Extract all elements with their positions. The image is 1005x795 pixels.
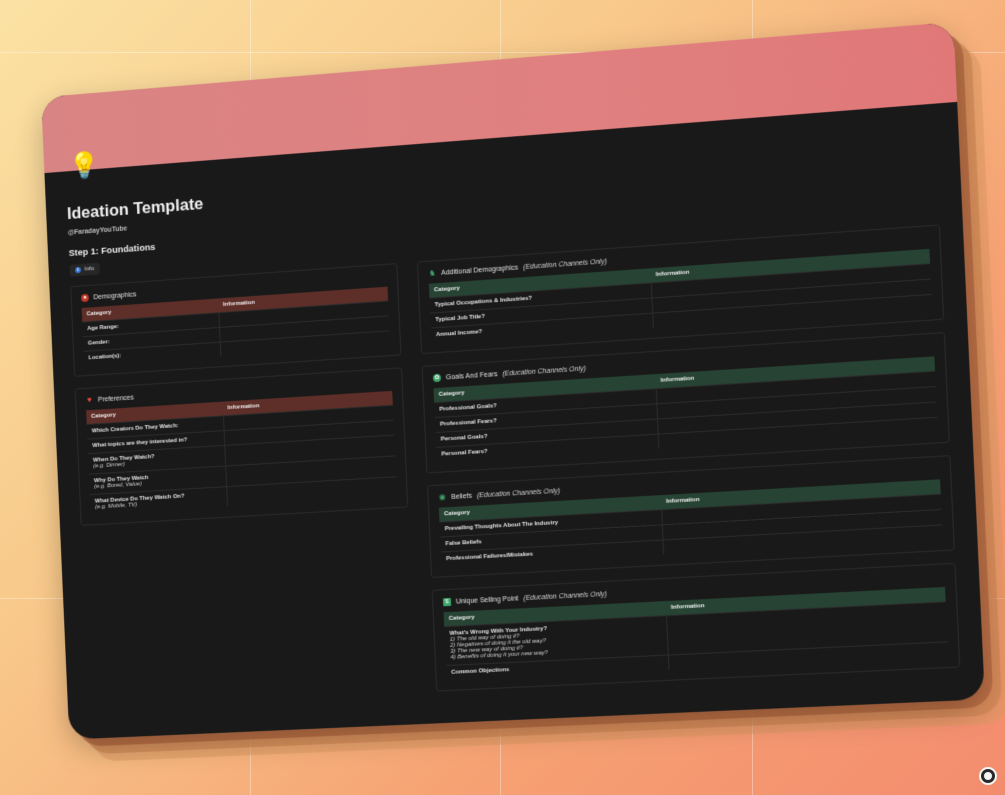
device-mockup: 💡 Ideation Template @FaradayYouTube Step… — [41, 21, 1005, 762]
person-circle-icon: ● — [80, 293, 89, 303]
record-button-icon[interactable] — [979, 767, 997, 785]
block-title: Demographics — [93, 290, 137, 301]
notion-page: 💡 Ideation Template @FaradayYouTube Step… — [41, 21, 985, 740]
block-qualifier: (Education Channels Only) — [502, 364, 587, 378]
map-pin-icon: ◉ — [438, 492, 446, 502]
category-text: Which Creators Do They Watch: — [91, 423, 179, 435]
preferences-table: Category Information Which Creators Do T… — [86, 390, 397, 515]
block-qualifier: (Education Channels Only) — [523, 257, 608, 271]
info-icon: i — [75, 266, 81, 274]
goals-fears-block: ✿ Goals And Fears (Education Channels On… — [421, 332, 950, 474]
block-qualifier: (Education Channels Only) — [523, 590, 608, 602]
preferences-block: ♥ Preferences Category Information Which… — [74, 367, 409, 526]
right-column: ♞ Additional Demographics (Education Cha… — [416, 224, 961, 703]
lightbulb-icon[interactable]: 💡 — [68, 148, 100, 183]
block-title: Additional Demographics — [440, 263, 519, 277]
additional-demographics-table: Category Information Typical Occupations… — [428, 248, 933, 343]
block-qualifier: (Education Channels Only) — [476, 487, 561, 500]
page-content: Ideation Template @FaradayYouTube Step 1… — [44, 102, 984, 740]
money-bill-icon: $ — [442, 597, 452, 607]
info-label: Info — [84, 266, 95, 273]
block-title: Goals And Fears — [445, 370, 498, 381]
block-title: Beliefs — [451, 492, 473, 501]
block-title: Preferences — [97, 394, 134, 404]
category-text: What topics are they interested in? — [92, 437, 188, 450]
block-title: Unique Selling Point — [455, 594, 519, 606]
info-toggle[interactable]: i Info — [69, 262, 101, 277]
beliefs-block: ◉ Beliefs (Education Channels Only) Cate… — [426, 455, 955, 578]
chess-knight-icon: ♞ — [428, 268, 436, 278]
demographics-block: ● Demographics Category Information Age … — [70, 263, 402, 377]
additional-demographics-block: ♞ Additional Demographics (Education Cha… — [416, 224, 945, 355]
heart-icon: ♥ — [86, 395, 92, 405]
two-column-layout: ● Demographics Category Information Age … — [70, 224, 961, 719]
usp-block: $ Unique Selling Point (Education Channe… — [431, 562, 961, 692]
left-column: ● Demographics Category Information Age … — [70, 263, 417, 719]
brain-icon: ✿ — [432, 373, 442, 383]
